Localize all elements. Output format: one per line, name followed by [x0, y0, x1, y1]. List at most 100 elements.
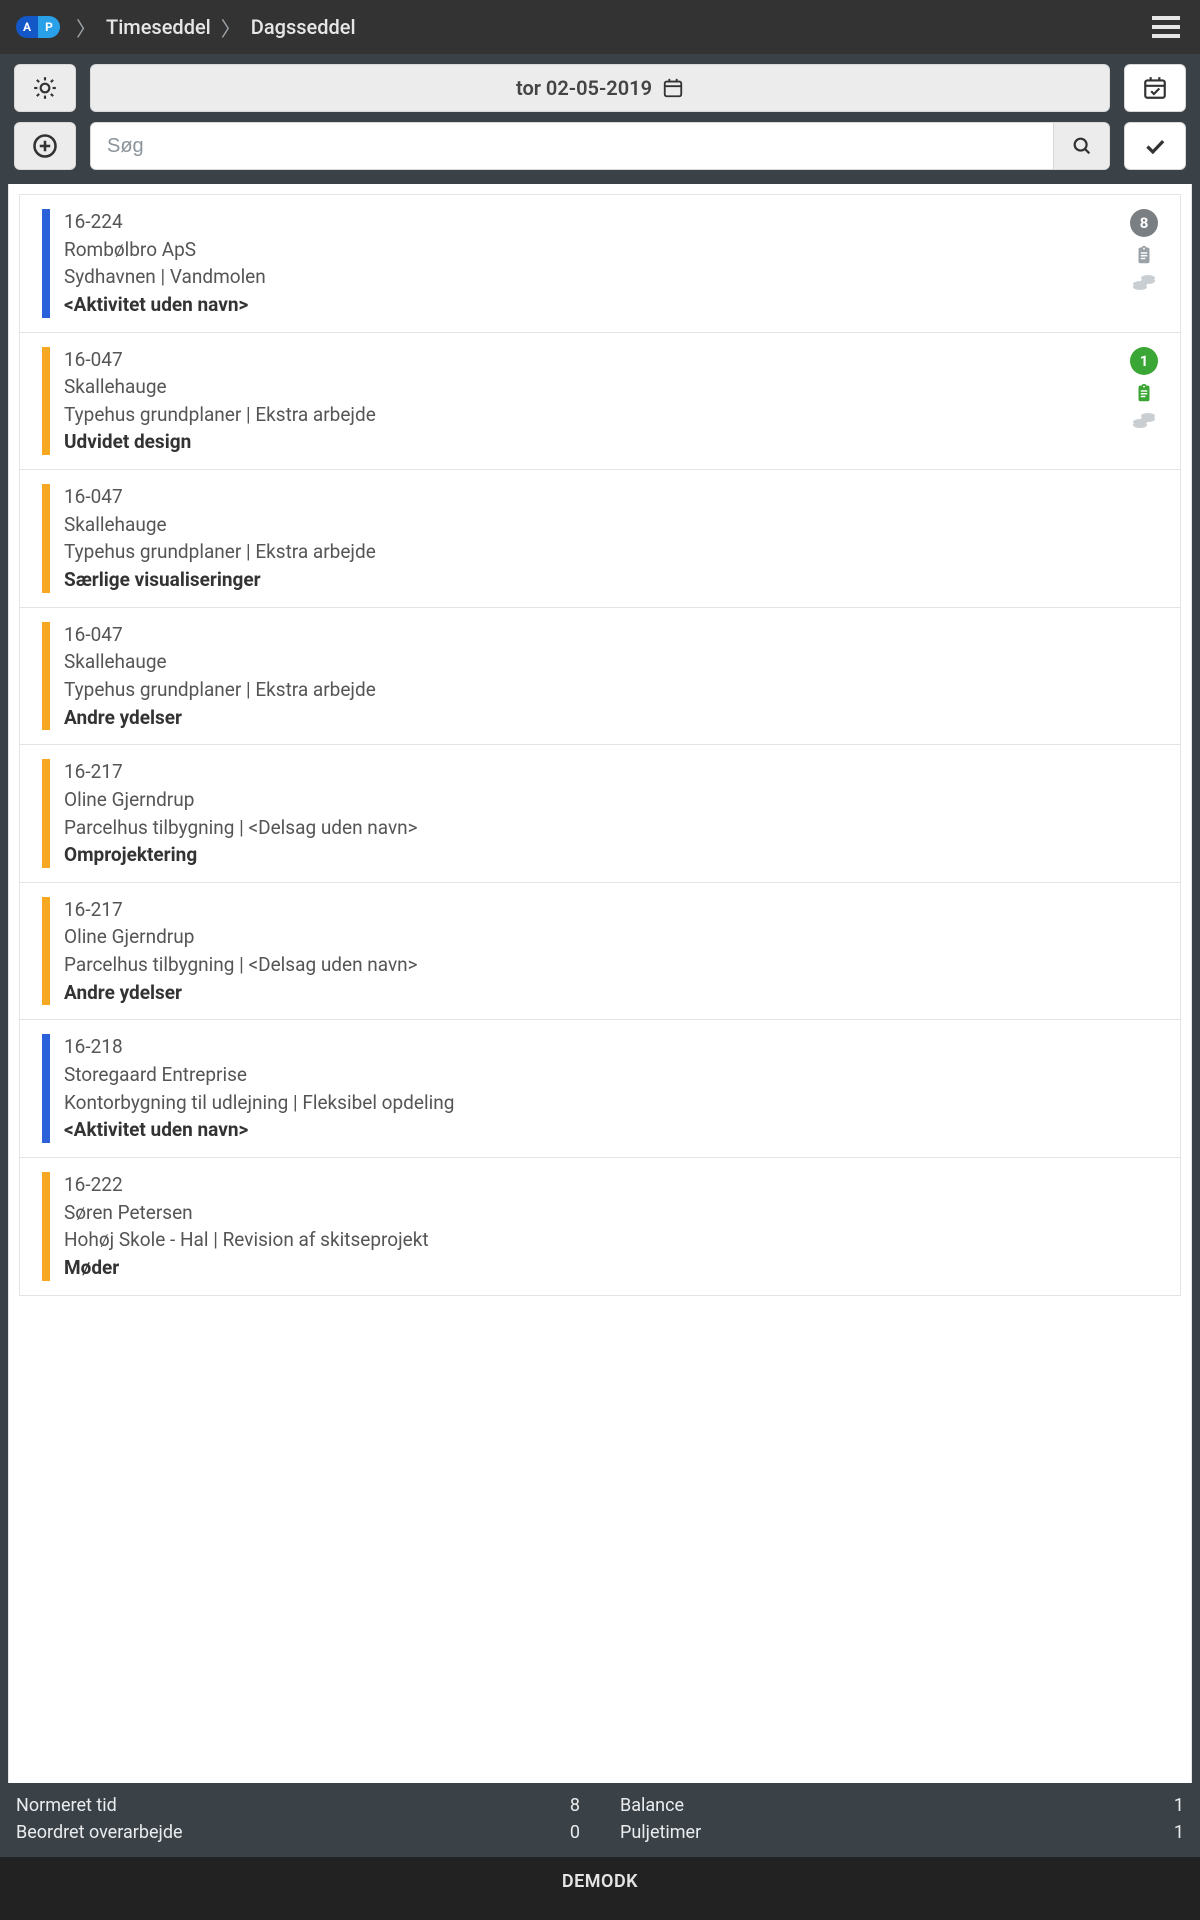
top-bar: A P 〉 Timeseddel 〉 Dagsseddel — [0, 0, 1200, 54]
add-button[interactable] — [14, 122, 76, 170]
brand-footer: DEMODK — [0, 1857, 1200, 1920]
row-client: Skallehauge — [64, 374, 1124, 400]
list-row[interactable]: 16-217Oline GjerndrupParcelhus tilbygnin… — [20, 745, 1180, 883]
summary-pulje-label: Puljetimer — [620, 1822, 701, 1843]
clipboard-icon[interactable] — [1133, 243, 1155, 267]
color-stripe — [42, 759, 50, 868]
calendar-check-icon — [1142, 75, 1168, 101]
list-row[interactable]: 16-217Oline GjerndrupParcelhus tilbygnin… — [20, 883, 1180, 1021]
entry-list: 16-224Rombølbro ApSSydhavnen | Vandmolen… — [19, 194, 1181, 1296]
row-content: 16-047SkallehaugeTypehus grundplaner | E… — [64, 622, 1164, 731]
row-client: Søren Petersen — [64, 1200, 1164, 1226]
logo-a: A — [16, 16, 38, 38]
row-client: Skallehauge — [64, 512, 1164, 538]
color-stripe — [42, 347, 50, 456]
breadcrumb-item-2[interactable]: Dagsseddel — [251, 15, 356, 39]
main-list-area[interactable]: 16-224Rombølbro ApSSydhavnen | Vandmolen… — [8, 184, 1192, 1783]
summary-balance-label: Balance — [620, 1795, 684, 1816]
summary-normeret-value: 8 — [570, 1795, 580, 1816]
count-badge: 1 — [1130, 347, 1158, 375]
row-client: Oline Gjerndrup — [64, 924, 1164, 950]
list-row[interactable]: 16-224Rombølbro ApSSydhavnen | Vandmolen… — [20, 195, 1180, 333]
color-stripe — [42, 1034, 50, 1143]
row-code: 16-218 — [64, 1034, 1164, 1060]
row-activity: Omprojektering — [64, 842, 1164, 868]
row-project: Typehus grundplaner | Ekstra arbejde — [64, 539, 1164, 565]
row-code: 16-047 — [64, 347, 1124, 373]
row-content: 16-047SkallehaugeTypehus grundplaner | E… — [64, 347, 1124, 456]
row-client: Oline Gjerndrup — [64, 787, 1164, 813]
list-row[interactable]: 16-047SkallehaugeTypehus grundplaner | E… — [20, 333, 1180, 471]
row-code: 16-222 — [64, 1172, 1164, 1198]
row-activity: Andre ydelser — [64, 980, 1164, 1006]
row-project: Parcelhus tilbygning | <Delsag uden navn… — [64, 952, 1164, 978]
row-content: 16-217Oline GjerndrupParcelhus tilbygnin… — [64, 759, 1164, 868]
row-content: 16-217Oline GjerndrupParcelhus tilbygnin… — [64, 897, 1164, 1006]
color-stripe — [42, 1172, 50, 1281]
color-stripe — [42, 484, 50, 593]
summary-beordret-value: 0 — [570, 1822, 580, 1843]
summary-beordret-label: Beordret overarbejde — [16, 1822, 183, 1843]
row-code: 16-047 — [64, 622, 1164, 648]
search-input[interactable] — [91, 123, 1053, 169]
row-content: 16-222Søren PetersenHohøj Skole - Hal | … — [64, 1172, 1164, 1281]
confirm-button[interactable] — [1124, 122, 1186, 170]
color-stripe — [42, 209, 50, 318]
toolbar-row-2 — [0, 118, 1200, 184]
breadcrumb-item-1[interactable]: Timeseddel — [106, 15, 211, 39]
row-content: 16-224Rombølbro ApSSydhavnen | Vandmolen… — [64, 209, 1124, 318]
list-row[interactable]: 16-047SkallehaugeTypehus grundplaner | E… — [20, 470, 1180, 608]
date-picker[interactable]: tor 02-05-2019 — [90, 64, 1110, 112]
plus-circle-icon — [31, 132, 59, 160]
row-activity: Andre ydelser — [64, 705, 1164, 731]
summary-normeret-label: Normeret tid — [16, 1795, 117, 1816]
row-project: Hohøj Skole - Hal | Revision af skitsepr… — [64, 1227, 1164, 1253]
row-code: 16-217 — [64, 897, 1164, 923]
row-content: 16-218Storegaard EntrepriseKontorbygning… — [64, 1034, 1164, 1143]
logo-p: P — [38, 16, 60, 38]
row-activity: <Aktivitet uden navn> — [64, 1117, 1164, 1143]
summary-pulje-value: 1 — [1174, 1822, 1184, 1843]
row-content: 16-047SkallehaugeTypehus grundplaner | E… — [64, 484, 1164, 593]
row-activity: Udvidet design — [64, 429, 1124, 455]
calendar-check-button[interactable] — [1124, 64, 1186, 112]
row-client: Storegaard Entreprise — [64, 1062, 1164, 1088]
row-code: 16-217 — [64, 759, 1164, 785]
row-project: Parcelhus tilbygning | <Delsag uden navn… — [64, 815, 1164, 841]
row-code: 16-224 — [64, 209, 1124, 235]
row-project: Typehus grundplaner | Ekstra arbejde — [64, 402, 1124, 428]
row-activity: Møder — [64, 1255, 1164, 1281]
sun-button[interactable] — [14, 64, 76, 112]
coins-icon[interactable] — [1132, 273, 1156, 293]
row-badges: 8 — [1124, 209, 1164, 318]
chevron-right-icon: 〉 — [221, 13, 241, 42]
clipboard-icon[interactable] — [1133, 381, 1155, 405]
count-badge: 8 — [1130, 209, 1158, 237]
list-row[interactable]: 16-218Storegaard EntrepriseKontorbygning… — [20, 1020, 1180, 1158]
color-stripe — [42, 897, 50, 1006]
search-icon — [1071, 135, 1093, 157]
check-icon — [1142, 133, 1168, 159]
list-row[interactable]: 16-047SkallehaugeTypehus grundplaner | E… — [20, 608, 1180, 746]
app-logo[interactable]: A P — [16, 16, 60, 38]
coins-icon[interactable] — [1132, 411, 1156, 431]
chevron-right-icon: 〉 — [76, 13, 96, 42]
summary-footer: Normeret tid 8 Beordret overarbejde 0 Ba… — [0, 1783, 1200, 1857]
row-activity: <Aktivitet uden navn> — [64, 292, 1124, 318]
row-project: Sydhavnen | Vandmolen — [64, 264, 1124, 290]
toolbar-row-1: tor 02-05-2019 — [0, 54, 1200, 118]
row-activity: Særlige visualiseringer — [64, 567, 1164, 593]
date-display: tor 02-05-2019 — [516, 76, 652, 100]
row-project: Kontorbygning til udlejning | Fleksibel … — [64, 1090, 1164, 1116]
row-client: Rombølbro ApS — [64, 237, 1124, 263]
row-badges: 1 — [1124, 347, 1164, 456]
list-row[interactable]: 16-222Søren PetersenHohøj Skole - Hal | … — [20, 1158, 1180, 1295]
sun-icon — [32, 75, 58, 101]
summary-balance-value: 1 — [1174, 1795, 1184, 1816]
row-client: Skallehauge — [64, 649, 1164, 675]
search-field-wrapper — [90, 122, 1110, 170]
menu-button[interactable] — [1148, 12, 1184, 42]
row-project: Typehus grundplaner | Ekstra arbejde — [64, 677, 1164, 703]
row-code: 16-047 — [64, 484, 1164, 510]
search-button[interactable] — [1053, 123, 1109, 169]
